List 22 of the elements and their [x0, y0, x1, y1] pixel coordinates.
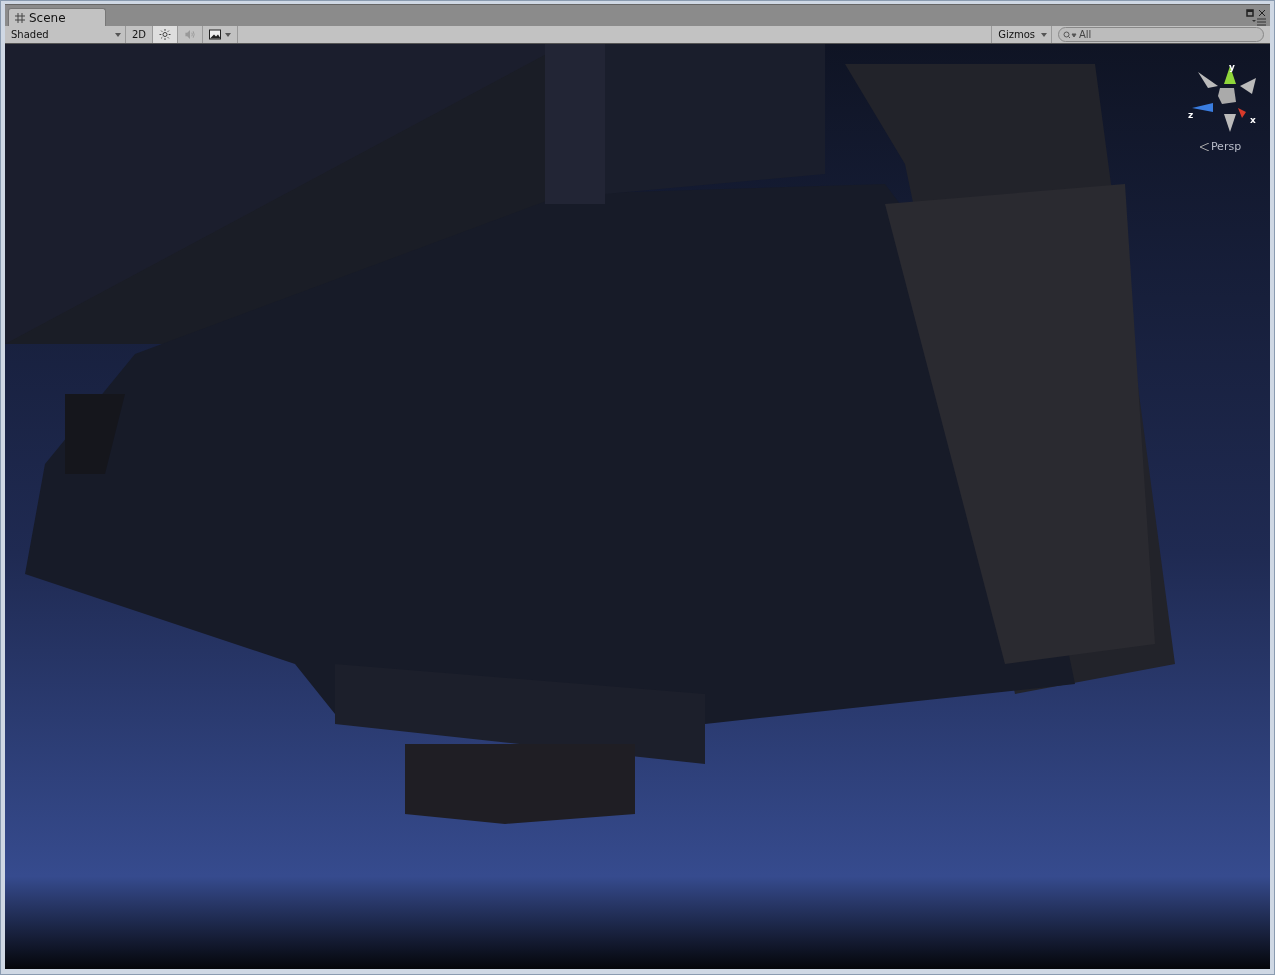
scene-tab[interactable]: Scene: [8, 8, 106, 26]
chevron-icon: [1198, 142, 1209, 151]
gizmos-dropdown[interactable]: Gizmos: [991, 26, 1052, 43]
axis-label: z: [1188, 110, 1194, 120]
caret-icon: [1041, 32, 1047, 37]
speaker-icon: [184, 29, 197, 40]
grid-icon: [15, 12, 25, 23]
tab-title: Scene: [29, 10, 66, 25]
maximize-icon[interactable]: [1246, 9, 1254, 17]
caret-icon: [225, 32, 232, 37]
orientation-gizmo-drawing[interactable]: y z x: [1180, 56, 1260, 136]
orientation-gizmo[interactable]: [1192, 66, 1256, 132]
lighting-toggle[interactable]: [153, 26, 179, 43]
search-field[interactable]: All: [1058, 27, 1264, 42]
axis-label: y: [1229, 62, 1235, 72]
projection-toggle[interactable]: Persp: [1198, 140, 1242, 153]
search-icon: [1063, 31, 1077, 39]
axis-label: x: [1250, 115, 1256, 125]
sun-icon: [159, 29, 172, 40]
caret-icon: [115, 32, 121, 37]
close-icon[interactable]: [1258, 9, 1266, 17]
image-icon: [209, 29, 222, 40]
